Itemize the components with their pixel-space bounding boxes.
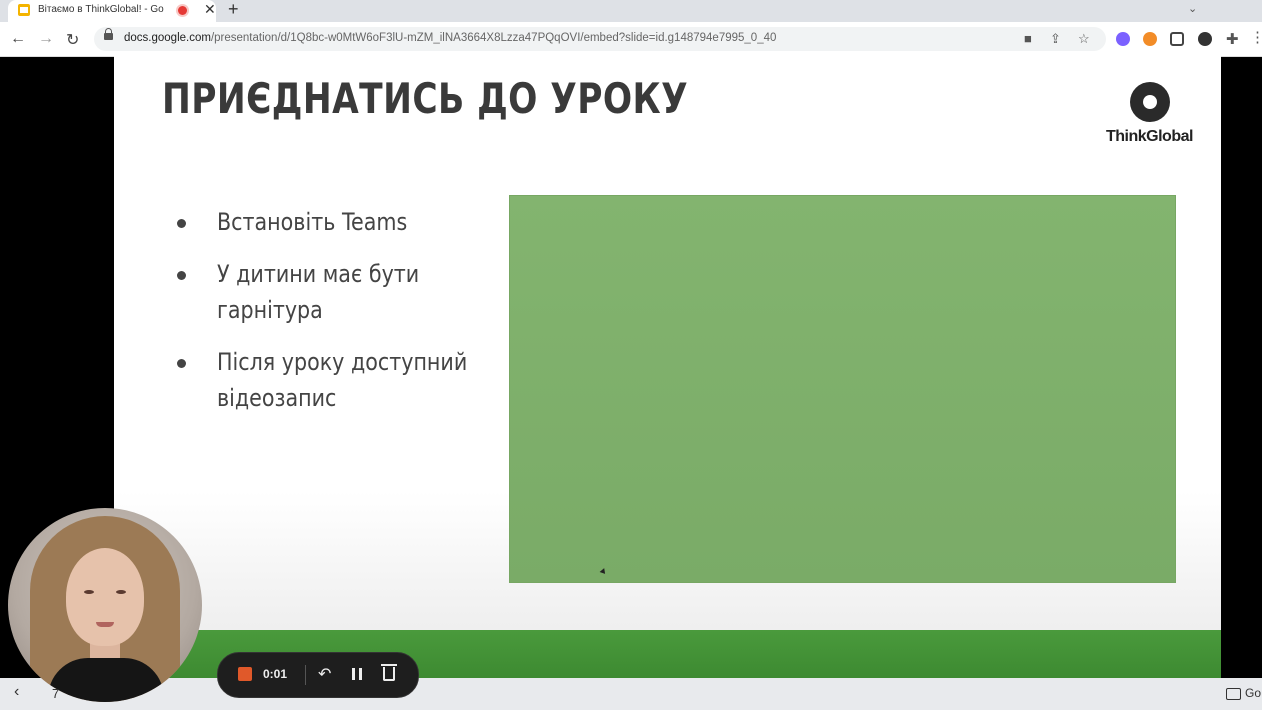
stop-recording-button[interactable]: [238, 667, 252, 681]
slide-nav-bar: ‹ Go: [0, 678, 1262, 710]
image-placeholder: [509, 195, 1176, 583]
reload-icon[interactable]: ↻: [66, 30, 79, 50]
address-bar[interactable]: docs.google.com/presentation/d/1Q8bc-w0M…: [94, 27, 1106, 51]
webcam-bubble[interactable]: [8, 508, 202, 702]
thinkglobal-logo-icon: [1130, 82, 1170, 122]
tab-title: Вітаємо в ThinkGlobal! - Go: [38, 4, 164, 15]
slides-icon: [1226, 687, 1241, 700]
webcam-face: [66, 548, 144, 646]
bullet-list: Встановіть Teams У дитини має бути гарні…: [174, 204, 494, 432]
extension-icon[interactable]: [1116, 32, 1130, 46]
menu-icon[interactable]: ⋮: [1250, 28, 1262, 46]
bookmark-star-icon[interactable]: ☆: [1078, 31, 1090, 47]
lock-icon: [104, 28, 113, 40]
browser-toolbar: ← → ↻ docs.google.com/presentation/d/1Q8…: [0, 22, 1262, 57]
close-tab-icon[interactable]: ✕: [204, 1, 216, 18]
logo-text: ThinkGlobal: [1106, 128, 1193, 145]
restart-icon[interactable]: ↶: [318, 664, 331, 684]
recording-indicator-icon: [178, 6, 187, 15]
browser-tab[interactable]: Вітаємо в ThinkGlobal! - Go ✕: [8, 0, 216, 22]
camera-icon[interactable]: ■: [1024, 31, 1032, 46]
divider: [305, 665, 306, 685]
new-tab-button[interactable]: +: [228, 0, 239, 20]
back-icon[interactable]: ←: [10, 30, 26, 48]
screenshot-extension-icon[interactable]: [1170, 32, 1184, 46]
tab-strip: Вітаємо в ThinkGlobal! - Go ✕ + ⌄: [0, 0, 1262, 22]
delete-icon[interactable]: [381, 664, 397, 681]
previous-slide-icon[interactable]: ‹: [14, 683, 19, 701]
slide-title: ПРИЄДНАТИСЬ ДО УРОКУ: [162, 74, 689, 123]
share-icon[interactable]: ⇪: [1050, 31, 1061, 47]
bullet-item: Після уроку доступний відеозапис: [174, 344, 494, 416]
recording-controls: 0:01 ↶: [217, 652, 419, 698]
extension-icon[interactable]: [1198, 32, 1212, 46]
bullet-item: У дитини має бути гарнітура: [174, 256, 494, 328]
webcam-mouth: [96, 622, 114, 627]
recording-timer: 0:01: [263, 667, 288, 681]
url-text: docs.google.com/presentation/d/1Q8bc-w0M…: [124, 32, 777, 44]
forward-icon[interactable]: →: [38, 30, 54, 48]
bullet-item: Встановіть Teams: [174, 204, 494, 240]
webcam-eye: [116, 590, 126, 594]
presentation-slide: ПРИЄДНАТИСЬ ДО УРОКУ ThinkGlobal Встанов…: [114, 56, 1221, 678]
page-number: 7: [52, 686, 60, 701]
pause-icon[interactable]: [352, 668, 362, 680]
extension-icon[interactable]: [1143, 32, 1157, 46]
open-in-slides-link[interactable]: Go: [1226, 686, 1261, 700]
extensions-puzzle-icon[interactable]: ✚: [1226, 30, 1239, 48]
google-slides-icon: [18, 4, 30, 16]
webcam-shirt: [48, 658, 164, 702]
tab-search-icon[interactable]: ⌄: [1188, 2, 1197, 15]
webcam-eye: [84, 590, 94, 594]
